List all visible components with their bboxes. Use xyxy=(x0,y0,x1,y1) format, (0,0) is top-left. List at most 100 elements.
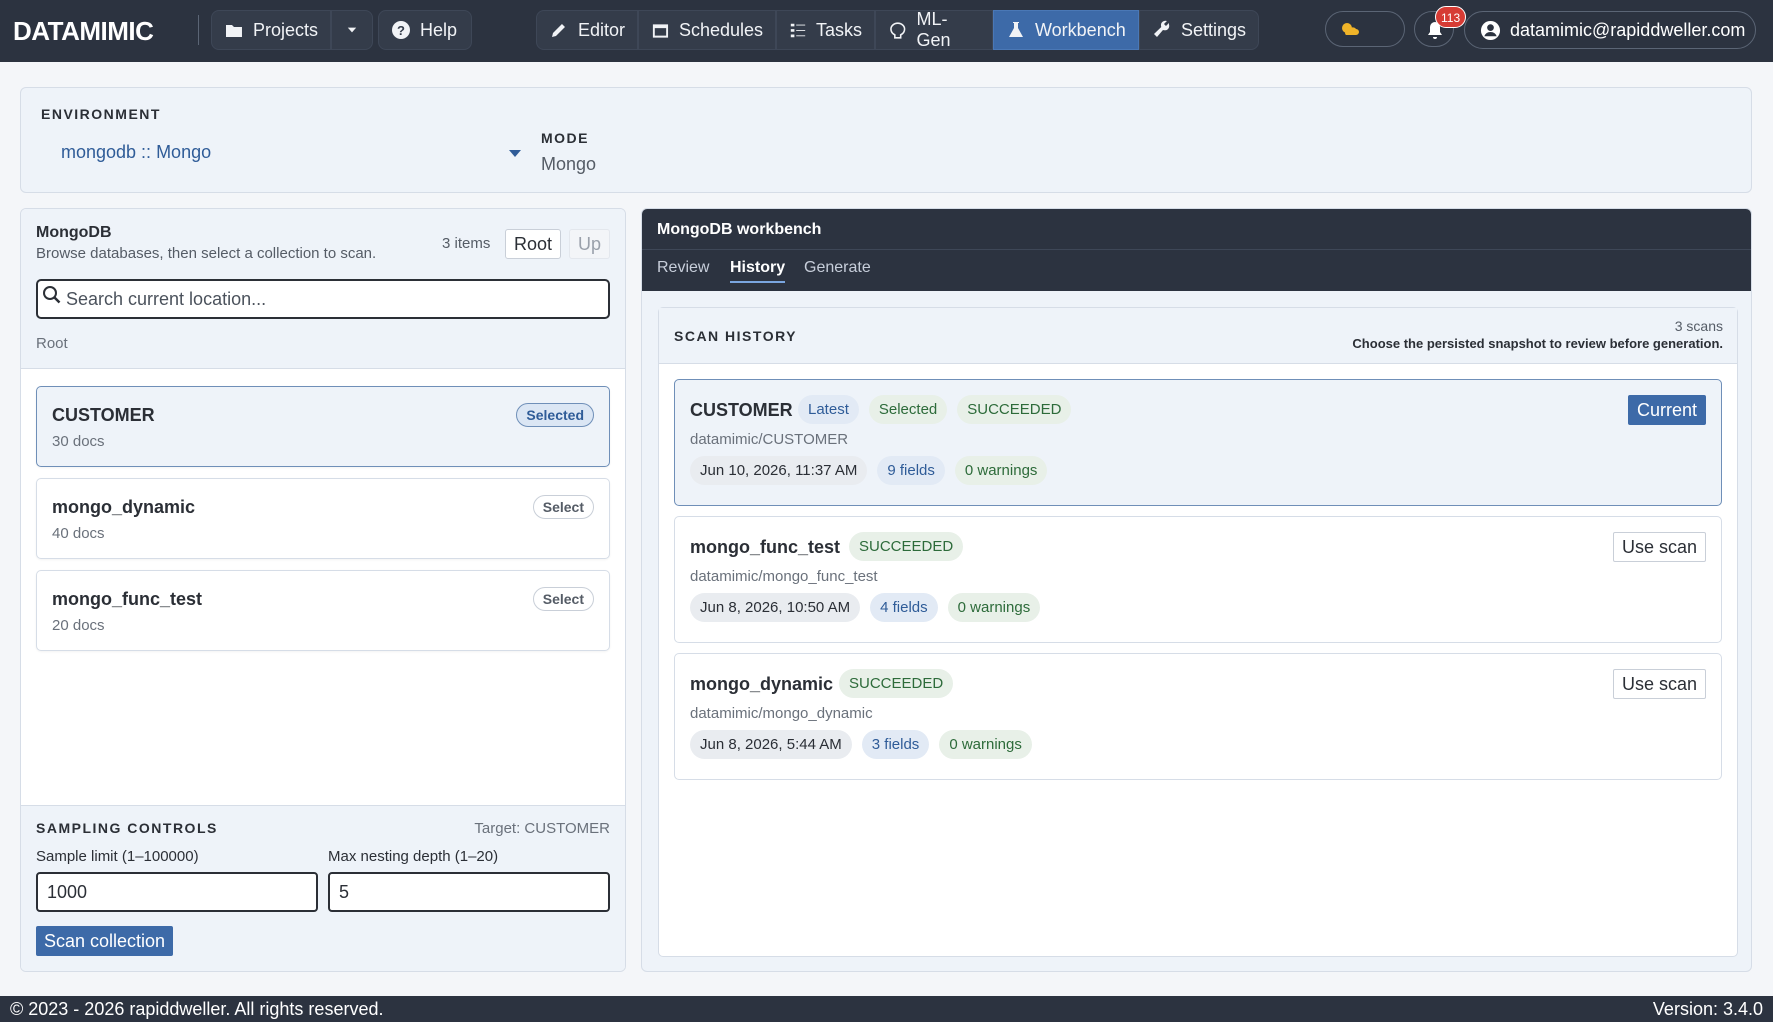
workbench-header: MongoDB workbench Review History Generat… xyxy=(642,209,1751,291)
nav-mlgen-label: ML-Gen xyxy=(916,9,951,50)
up-button[interactable]: Up xyxy=(569,229,611,259)
nav-tasks-button[interactable]: Tasks xyxy=(776,10,875,50)
selected-badge: Selected xyxy=(868,395,948,424)
user-menu-button[interactable]: datamimic@rapiddweller.com xyxy=(1464,11,1756,49)
brain-icon xyxy=(890,22,906,39)
collection-name: CUSTOMER xyxy=(52,405,155,425)
sample-limit-label: Sample limit (1–100000) xyxy=(36,848,199,865)
calendar-icon xyxy=(652,24,669,38)
warning-count-badge: 0 warnings xyxy=(939,730,1032,759)
header-divider xyxy=(642,249,1751,250)
collection-item-customer[interactable]: CUSTOMER 30 docs Selected xyxy=(36,386,610,467)
scan-entry-mongo-dynamic[interactable]: mongo_dynamic SUCCEEDED datamimic/mongo_… xyxy=(674,653,1722,780)
tasks-icon xyxy=(790,23,806,38)
scan-name: mongo_dynamic xyxy=(690,674,834,694)
field-count-badge: 3 fields xyxy=(861,730,930,759)
tab-review[interactable]: Review xyxy=(657,259,709,277)
scan-count: 3 scans xyxy=(1674,318,1723,334)
scan-collection-button[interactable]: Scan collection xyxy=(36,926,174,956)
scan-history-label: SCAN HISTORY xyxy=(674,328,798,344)
nav-schedules-button[interactable]: Schedules xyxy=(638,10,776,50)
scan-entry-customer[interactable]: CUSTOMER Latest Selected SUCCEEDED datam… xyxy=(674,379,1722,506)
workbench-title: MongoDB workbench xyxy=(657,221,822,238)
nav-settings-button[interactable]: Settings xyxy=(1139,10,1259,50)
environment-select[interactable]: mongodb :: Mongo xyxy=(61,142,521,170)
theme-toggle[interactable] xyxy=(1325,11,1405,47)
user-avatar-icon xyxy=(1480,20,1501,40)
nav-settings-label: Settings xyxy=(1180,19,1246,40)
workbench-panel: MongoDB workbench Review History Generat… xyxy=(641,208,1752,972)
current-button[interactable]: Current xyxy=(1627,395,1706,425)
caret-down-icon xyxy=(347,27,357,33)
scan-path: datamimic/mongo_func_test xyxy=(690,568,878,585)
folder-icon xyxy=(225,25,242,37)
environment-label: ENVIRONMENT xyxy=(41,106,161,122)
select-button[interactable]: Select xyxy=(532,587,594,611)
collection-item-mongo-dynamic[interactable]: mongo_dynamic 40 docs Select xyxy=(36,478,610,559)
field-count-badge: 4 fields xyxy=(870,593,938,622)
notification-count-badge: 113 xyxy=(1435,6,1467,28)
nav-projects-label: Projects xyxy=(252,19,318,40)
sample-limit-input[interactable]: 1000 xyxy=(36,872,318,912)
search-input[interactable] xyxy=(66,287,596,311)
collection-item-mongo-func-test[interactable]: mongo_func_test 20 docs Select xyxy=(36,570,610,651)
selected-badge: Selected xyxy=(516,403,594,427)
user-email: datamimic@rapiddweller.com xyxy=(1510,19,1746,40)
scan-path: datamimic/mongo_dynamic xyxy=(690,705,873,722)
scan-history-hint: Choose the persisted snapshot to review … xyxy=(1352,336,1723,351)
browser-header: MongoDB Browse databases, then select a … xyxy=(21,209,625,369)
collection-name: mongo_dynamic xyxy=(52,497,196,517)
sun-cloud-icon xyxy=(1342,23,1359,35)
warning-count-badge: 0 warnings xyxy=(947,593,1041,622)
scan-timestamp: Jun 8, 2026, 10:50 AM xyxy=(690,593,861,622)
logo-divider xyxy=(198,15,199,45)
scan-name: mongo_func_test xyxy=(690,537,841,557)
collection-browser-panel: MongoDB Browse databases, then select a … xyxy=(20,208,626,972)
warning-count-badge: 0 warnings xyxy=(954,456,1048,485)
scan-timestamp: Jun 10, 2026, 11:37 AM xyxy=(690,456,868,485)
pencil-icon xyxy=(551,24,565,37)
mode-value: Mongo xyxy=(541,154,597,174)
environment-panel: ENVIRONMENT mongodb :: Mongo MODE Mongo xyxy=(20,87,1752,193)
browser-subtitle: Browse databases, then select a collecti… xyxy=(36,245,377,262)
nav-workbench-label: Workbench xyxy=(1035,19,1126,40)
sampling-label: SAMPLING CONTROLS xyxy=(36,820,218,836)
nav-mlgen-button[interactable]: ML-Gen xyxy=(875,9,993,50)
tab-generate[interactable]: Generate xyxy=(804,259,871,277)
select-button[interactable]: Select xyxy=(532,495,594,519)
flask-icon xyxy=(1009,22,1023,37)
status-badge: SUCCEEDED xyxy=(839,669,954,698)
nav-workbench-button[interactable]: Workbench xyxy=(993,10,1139,50)
tab-history[interactable]: History xyxy=(730,259,786,283)
browser-title: MongoDB xyxy=(36,224,112,241)
nav-editor-label: Editor xyxy=(577,19,625,40)
use-scan-button[interactable]: Use scan xyxy=(1612,669,1706,699)
scan-name: CUSTOMER xyxy=(690,400,793,420)
scan-history-card: SCAN HISTORY 3 scans Choose the persiste… xyxy=(658,307,1738,957)
scan-history-header: SCAN HISTORY 3 scans Choose the persiste… xyxy=(659,308,1737,364)
collection-doc-count: 30 docs xyxy=(52,433,105,450)
mode-label: MODE xyxy=(541,130,589,146)
field-count-badge: 9 fields xyxy=(877,456,945,485)
scan-entry-mongo-func-test[interactable]: mongo_func_test SUCCEEDED datamimic/mong… xyxy=(674,516,1722,643)
nav-projects-button[interactable]: Projects xyxy=(211,10,331,50)
nav-tasks-label: Tasks xyxy=(815,19,862,40)
app-logo[interactable]: DATAMIMIC xyxy=(13,16,154,47)
latest-badge: Latest xyxy=(798,395,859,424)
nav-help-label: Help xyxy=(420,19,458,40)
nesting-depth-label: Max nesting depth (1–20) xyxy=(328,848,499,865)
nav-editor-button[interactable]: Editor xyxy=(536,10,638,50)
use-scan-button[interactable]: Use scan xyxy=(1612,532,1706,562)
collection-doc-count: 40 docs xyxy=(52,525,105,542)
breadcrumb[interactable]: Root xyxy=(36,335,68,352)
nesting-depth-input[interactable]: 5 xyxy=(328,872,610,912)
sampling-target: Target: CUSTOMER xyxy=(474,820,610,837)
version-text: Version: 3.4.0 xyxy=(1652,999,1763,1019)
wrench-icon xyxy=(1153,20,1170,37)
projects-dropdown-button[interactable] xyxy=(331,10,373,50)
root-button[interactable]: Root xyxy=(505,229,562,259)
nav-help-button[interactable]: ? Help xyxy=(378,10,472,50)
search-icon xyxy=(43,286,61,304)
footer: © 2023 - 2026 rapiddweller. All rights r… xyxy=(0,996,1773,1022)
item-count: 3 items xyxy=(442,235,491,252)
